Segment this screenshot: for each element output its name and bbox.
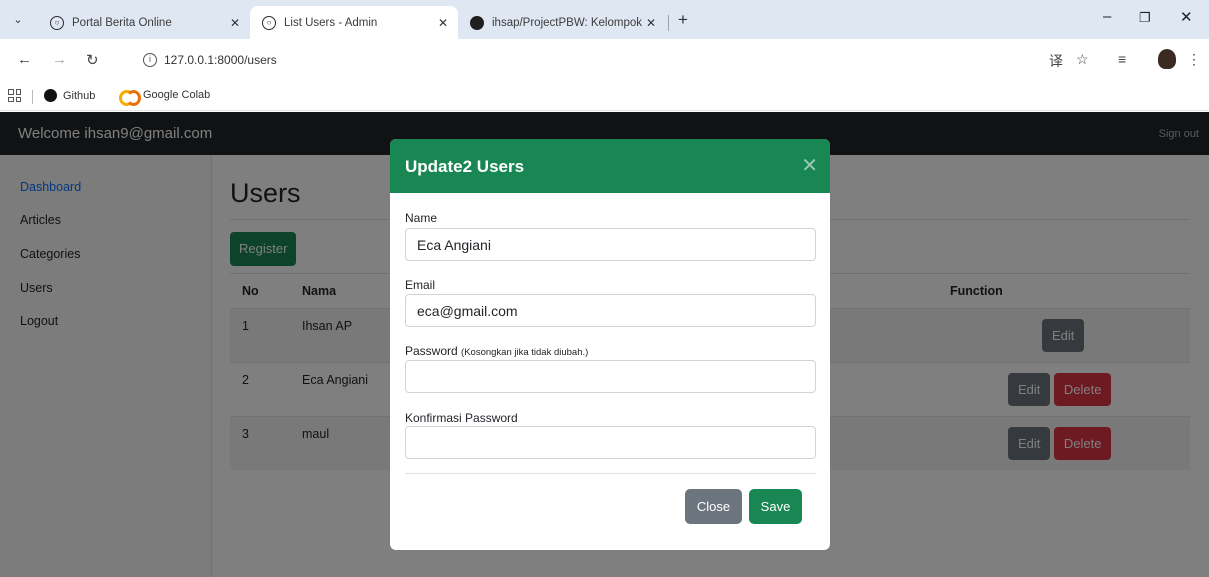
close-window-icon[interactable]: ✕ [1180, 8, 1193, 26]
tab-title: ihsap/ProjectPBW: Kelompok 1 [492, 16, 642, 29]
bookmark-google-colab[interactable]: Google Colab [119, 89, 211, 106]
back-arrow-icon[interactable]: ← [17, 51, 32, 68]
new-tab-plus-icon[interactable]: + [678, 10, 688, 30]
bookmark-star-icon[interactable]: ☆ [1076, 51, 1089, 68]
translate-icon[interactable]: 译 [1049, 51, 1063, 71]
profile-avatar[interactable] [1158, 49, 1176, 69]
globe-icon: ○ [262, 15, 276, 30]
url-field[interactable]: 127.0.0.1:8000/users [164, 53, 277, 67]
bookmarks-bar: Github Google Colab [0, 83, 1209, 111]
site-info-icon[interactable]: i [143, 53, 157, 67]
tab-search-chevron-icon[interactable]: ⌄ [6, 8, 30, 32]
browser-tab-list-users[interactable]: ○ List Users - Admin ✕ [250, 6, 458, 39]
password-label-group: Password (Kosongkan jika tidak diubah.) [405, 344, 588, 358]
forward-arrow-icon[interactable]: → [52, 51, 67, 68]
menu-dots-icon[interactable]: ⋮ [1187, 51, 1201, 68]
browser-tab-portal[interactable]: ○ Portal Berita Online ✕ [38, 6, 250, 39]
close-tab-icon[interactable]: ✕ [646, 16, 656, 30]
name-field[interactable] [405, 228, 816, 261]
name-label: Name [405, 211, 438, 225]
email-label: Email [405, 278, 436, 292]
github-icon [470, 15, 484, 30]
bookmark-github[interactable]: Github [44, 89, 95, 102]
colab-icon [119, 90, 141, 106]
close-button[interactable]: Close [685, 489, 742, 524]
password-hint: (Kosongkan jika tidak diubah.) [461, 347, 589, 358]
close-tab-icon[interactable]: ✕ [230, 16, 240, 30]
tab-title: List Users - Admin [284, 16, 378, 29]
globe-icon: ○ [50, 15, 64, 30]
apps-grid-icon[interactable] [8, 89, 21, 102]
github-icon [44, 89, 57, 102]
reading-list-icon[interactable]: ≡ [1118, 51, 1126, 67]
close-icon[interactable]: ✕ [801, 153, 818, 178]
modal-header: Update2 Users ✕ [390, 139, 830, 193]
reload-icon[interactable]: ↻ [86, 51, 99, 69]
bookmark-label: Google Colab [143, 89, 211, 101]
password-field[interactable] [405, 360, 816, 393]
browser-tab-github[interactable]: ihsap/ProjectPBW: Kelompok 1 ✕ [458, 6, 666, 39]
tab-title: Portal Berita Online [72, 16, 172, 29]
confirm-password-field[interactable] [405, 426, 816, 459]
maximize-icon[interactable]: ❐ [1139, 10, 1151, 26]
bookmark-divider [32, 90, 33, 104]
modal-title: Update2 Users [405, 157, 525, 176]
minimize-icon[interactable]: – [1103, 8, 1111, 25]
save-button[interactable]: Save [749, 489, 802, 524]
password-label: Password [405, 344, 458, 358]
email-field[interactable] [405, 294, 816, 327]
confirm-password-label: Konfirmasi Password [405, 411, 518, 425]
bookmark-label: Github [63, 89, 96, 102]
close-tab-icon[interactable]: ✕ [438, 16, 448, 30]
modal-footer-divider [405, 473, 816, 474]
browser-tab-bar: ⌄ ○ Portal Berita Online ✕ ○ List Users … [0, 0, 1209, 39]
address-bar-row: ← → ↻ i 127.0.0.1:8000/users 译 ☆ ≡ ⋮ [0, 39, 1209, 83]
update-user-modal: Update2 Users ✕ Name Email Password (Kos… [390, 139, 830, 550]
tab-divider [668, 15, 669, 31]
